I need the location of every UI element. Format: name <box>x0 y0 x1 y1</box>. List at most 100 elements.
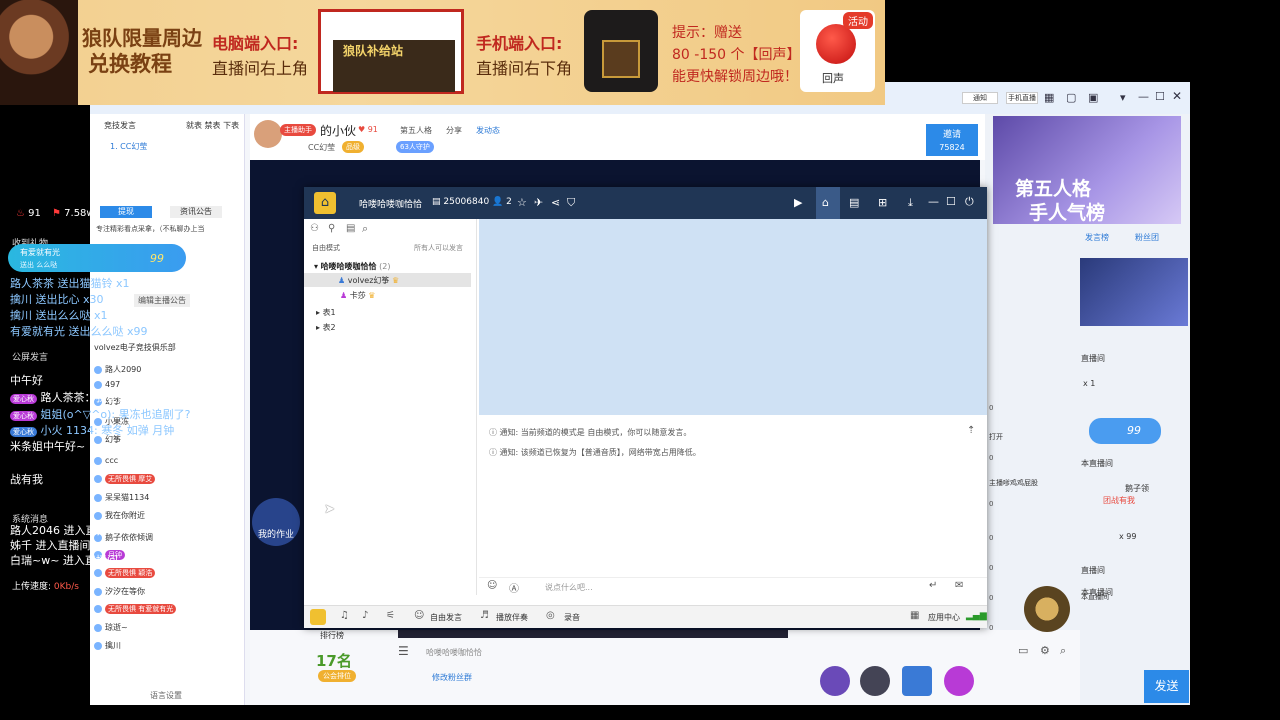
gift-icon[interactable] <box>944 666 974 696</box>
shield-icon[interactable]: ⛉ <box>567 197 575 209</box>
record-button[interactable]: 录音 <box>564 612 580 623</box>
tree-row[interactable]: 琼逝~ <box>94 622 128 633</box>
sub-channel-1[interactable]: ▸ 表1 <box>316 307 336 318</box>
chat-icon[interactable]: ✉ <box>955 580 963 591</box>
home-logo-icon[interactable]: ⌂ <box>314 192 336 214</box>
skin-icon[interactable]: ▣ <box>1088 91 1098 104</box>
equalizer-icon[interactable]: ⚟ <box>386 610 395 621</box>
speaker-icon[interactable]: ♫ <box>340 610 349 621</box>
info-icon: ⓘ <box>489 428 497 437</box>
tree-row[interactable]: 无所畏惧 摩艾 <box>94 474 157 484</box>
gift-icon[interactable] <box>860 666 890 696</box>
send-button[interactable]: 发送 <box>1144 670 1189 703</box>
enter-icon[interactable]: ↵ <box>929 580 937 591</box>
location-icon[interactable]: ⚲ <box>328 223 335 234</box>
record-icon[interactable]: ◎ <box>546 610 555 621</box>
notice-chip[interactable]: 通知 <box>962 92 998 104</box>
minimize-icon[interactable]: — <box>928 196 939 208</box>
edit-notice-button[interactable]: 编辑主播公告 <box>134 294 190 307</box>
promo-banner[interactable]: 狼队限量周边 兑换教程 电脑端入口: 直播间右上角 狼队补给站 手机端入口: 直… <box>0 0 885 105</box>
accompaniment-button[interactable]: 播放伴奏 <box>496 612 528 623</box>
withdraw-button[interactable]: 提现 <box>100 206 152 218</box>
board-icon[interactable]: ▤ <box>849 197 859 209</box>
message-input[interactable]: 说点什么吧... <box>545 582 593 593</box>
share-button[interactable]: 分享 <box>446 125 462 136</box>
hot-rank-banner[interactable]: 第五人格 手人气榜 <box>993 116 1181 224</box>
gamepad-icon[interactable]: ⊞ <box>878 197 887 209</box>
scroll-top-icon[interactable]: ⇡ <box>967 425 975 436</box>
gift-icon[interactable] <box>820 666 850 696</box>
avatar[interactable] <box>254 120 282 148</box>
streamer-name: 的小伙 <box>320 124 357 138</box>
list-icon[interactable]: ▤ <box>346 223 355 234</box>
tab-fans[interactable]: 粉丝团 <box>1135 232 1159 243</box>
tab-speakers[interactable]: 发言榜 <box>1085 232 1109 243</box>
star-icon[interactable]: ☆ <box>517 197 527 209</box>
menu-icon[interactable]: ☰ <box>398 644 409 658</box>
mode-label[interactable]: 自由模式 <box>312 243 340 253</box>
gift-icon[interactable] <box>902 666 932 696</box>
tab-announce[interactable]: 竞技发言 <box>104 120 136 131</box>
guild-emblem-icon[interactable] <box>1024 586 1070 632</box>
window-icon[interactable]: ▢ <box>1066 91 1076 104</box>
language-settings[interactable]: 语言设置 <box>150 690 182 701</box>
rank-label[interactable]: 排行榜 <box>320 630 344 641</box>
share-icon[interactable]: ⋖ <box>551 197 560 209</box>
home-tab[interactable]: ⌂ <box>816 187 840 219</box>
app-logo-icon[interactable] <box>310 609 326 625</box>
homework-widget[interactable]: 我的作业 <box>252 498 300 546</box>
maximize-icon[interactable]: ☐ <box>1155 90 1165 103</box>
tree-head[interactable]: volvez电子竞技俱乐部 <box>94 342 176 353</box>
channel-label[interactable]: 1. CC幻莹 <box>110 141 147 152</box>
free-speech-button[interactable]: 自由发言 <box>430 612 462 623</box>
video-icon[interactable]: ▶ <box>794 197 802 209</box>
whiteboard-area[interactable] <box>479 219 987 415</box>
root-channel[interactable]: ▾ 哈喽哈喽咖恰恰 (2) <box>314 261 390 272</box>
screen-icon[interactable]: ▭ <box>1018 644 1028 657</box>
guild-name[interactable]: 第五人格 <box>400 125 432 136</box>
emoji-icon[interactable]: ☺ <box>487 580 497 591</box>
system-line: 白瑞~w~ 进入直播间 <box>10 554 118 567</box>
tree-row[interactable]: 汐汐在等你 <box>94 586 145 597</box>
user-row-selected[interactable]: ♟ volvez幻筝 ♛ <box>304 273 471 287</box>
tree-row[interactable]: 呆呆猫1134 <box>94 492 149 503</box>
music-icon[interactable]: ♬ <box>480 610 489 621</box>
minimize-icon[interactable]: — <box>1138 90 1149 103</box>
user-row[interactable]: ♟ 卡莎 ♛ <box>340 290 375 301</box>
free-speech-icon[interactable]: ☺ <box>414 610 424 621</box>
tree-row[interactable]: 497 <box>94 380 120 389</box>
viewers-icon: ⚑ <box>52 208 61 219</box>
search-icon[interactable]: ⌕ <box>1060 644 1066 658</box>
tab-ban[interactable]: 就表 禁表 下表 <box>186 120 239 131</box>
power-icon[interactable]: ⏻ <box>965 196 974 208</box>
edit-fan-group[interactable]: 修改粉丝群 <box>432 672 472 683</box>
pin-icon[interactable]: ✈ <box>534 197 543 209</box>
text-style-icon[interactable]: Ⓐ <box>509 580 519 595</box>
tree-row[interactable]: 擒川 <box>94 640 121 651</box>
download-icon[interactable]: ⤓ <box>908 197 913 209</box>
sub-channel-2[interactable]: ▸ 表2 <box>316 322 336 333</box>
grid-icon[interactable]: ▦ <box>1044 91 1054 104</box>
invite-button[interactable]: 邀请 75824 <box>926 124 978 156</box>
close-icon[interactable]: ✕ <box>1172 89 1182 103</box>
dropdown-icon[interactable]: ▾ <box>1120 91 1126 104</box>
announcement-tab[interactable]: 资讯公告 <box>170 206 222 218</box>
tree-row[interactable]: ccc <box>94 456 118 465</box>
tree-row[interactable]: 无所畏惧 颖浩 <box>94 568 157 578</box>
app-center-button[interactable]: 应用中心 <box>928 612 960 623</box>
maximize-icon[interactable]: ☐ <box>946 196 956 208</box>
tree-row[interactable]: 我在你附近 <box>94 510 145 521</box>
guard-tag[interactable]: 63人守护 <box>396 141 434 153</box>
thumbnail-strip <box>398 630 788 638</box>
tree-row[interactable]: 无所畏惧 有爱就有光 <box>94 604 178 614</box>
apps-grid-icon[interactable]: ▦ <box>910 610 919 621</box>
echo-gift-card[interactable]: 活动 回声 <box>800 10 875 92</box>
settings-icon[interactable]: ⚙ <box>1040 644 1050 657</box>
tree-row[interactable]: 路人2090 <box>94 364 141 375</box>
mobile-live-chip[interactable]: 手机直播 <box>1006 92 1038 104</box>
fan-rank-card[interactable] <box>1080 258 1188 326</box>
post-button[interactable]: 发动态 <box>476 125 500 136</box>
mic-icon[interactable]: ♪ <box>362 610 368 621</box>
user-icon[interactable]: ⚇ <box>310 223 319 234</box>
search-icon[interactable]: ⌕ <box>362 222 368 236</box>
